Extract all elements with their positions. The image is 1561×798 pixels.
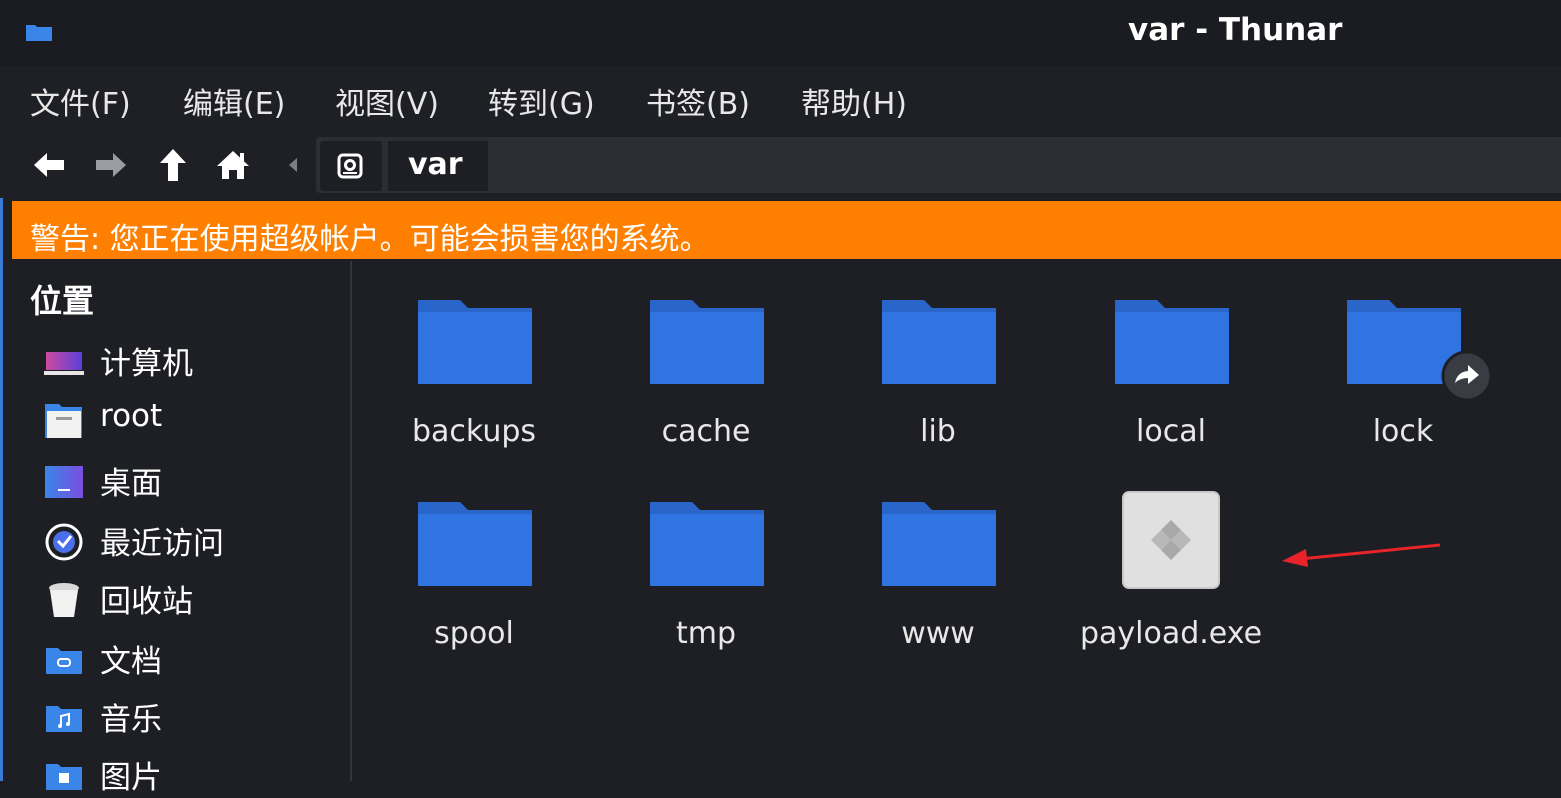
sidebar-item-recent[interactable]: 最近访问	[44, 516, 344, 564]
file-item-payload-exe[interactable]: payload.exe	[1071, 491, 1271, 680]
desktop-icon	[45, 466, 83, 498]
executable-icon	[1122, 491, 1220, 589]
file-name: payload.exe	[1079, 616, 1263, 651]
file-name: tmp	[675, 616, 737, 651]
path-drive-button[interactable]	[320, 141, 382, 191]
menu-edit[interactable]: 编辑(E)	[183, 79, 285, 123]
sidebar-item-label: 回收站	[100, 584, 193, 620]
menu-view[interactable]: 视图(V)	[335, 79, 439, 123]
path-current-label: var	[408, 147, 463, 182]
file-name: spool	[434, 616, 514, 651]
sidebar-item-root[interactable]: root	[44, 396, 344, 444]
file-name: lib	[920, 414, 956, 449]
file-name: lock	[1372, 414, 1434, 449]
folder-icon	[418, 502, 532, 586]
folder-icon	[650, 502, 764, 586]
folder-icon	[26, 25, 52, 41]
file-item-tmp[interactable]: tmp	[606, 500, 806, 680]
drive-icon	[337, 153, 363, 179]
documents-folder-icon	[46, 648, 82, 674]
root-warning-text: 警告: 您正在使用超级帐户。可能会损害您的系统。	[30, 222, 710, 257]
sidebar-item-label: 音乐	[100, 702, 162, 738]
menu-help[interactable]: 帮助(H)	[801, 79, 907, 123]
window-title: var - Thunar	[1128, 12, 1343, 48]
sidebar-item-label: 桌面	[100, 466, 162, 502]
sidebar-item-desktop[interactable]: 桌面	[44, 456, 344, 504]
computer-icon	[44, 352, 84, 375]
annotation-arrow-icon	[1282, 543, 1441, 567]
folder-icon	[882, 502, 996, 586]
path-left-icon[interactable]	[278, 146, 308, 184]
sidebar-item-label: root	[100, 398, 163, 434]
file-name: www	[901, 616, 975, 651]
file-item-spool[interactable]: spool	[374, 500, 574, 680]
file-item-lib[interactable]: lib	[838, 298, 1038, 478]
file-item-local[interactable]: local	[1071, 298, 1271, 478]
menu-file[interactable]: 文件(F)	[30, 79, 131, 123]
sidebar-item-trash[interactable]: 回收站	[44, 574, 344, 622]
folder-icon	[1115, 300, 1229, 384]
symlink-icon	[1441, 350, 1493, 402]
music-folder-icon	[46, 706, 82, 732]
menu-bookmarks[interactable]: 书签(B)	[646, 79, 750, 123]
home-folder-icon	[45, 404, 82, 438]
file-name: backups	[411, 414, 537, 449]
forward-arrow-icon[interactable]	[92, 146, 130, 184]
back-arrow-icon[interactable]	[30, 146, 68, 184]
up-arrow-icon[interactable]	[154, 146, 192, 184]
location-bar[interactable]	[316, 137, 1561, 193]
sidebar-item-pictures[interactable]: 图片	[44, 750, 344, 798]
sidebar-item-computer[interactable]: 计算机	[44, 336, 344, 384]
sidebar-item-label: 最近访问	[100, 526, 224, 562]
file-item-www[interactable]: www	[838, 500, 1038, 680]
file-name: cache	[661, 414, 751, 449]
file-name: local	[1136, 414, 1206, 449]
folder-icon	[650, 300, 764, 384]
recent-clock-icon	[45, 523, 83, 561]
sidebar-item-label: 图片	[100, 760, 162, 796]
home-icon[interactable]	[214, 146, 252, 184]
sidebar-item-label: 文档	[100, 644, 162, 680]
sidebar-title: 位置	[30, 282, 95, 320]
folder-icon	[882, 300, 996, 384]
file-item-lock[interactable]: lock	[1303, 298, 1503, 478]
pictures-folder-icon	[46, 764, 82, 790]
sidebar-item-music[interactable]: 音乐	[44, 692, 344, 740]
trash-icon	[49, 583, 79, 617]
menu-go[interactable]: 转到(G)	[488, 79, 595, 123]
sidebar-item-label: 计算机	[100, 346, 193, 382]
sidebar-item-documents[interactable]: 文档	[44, 634, 344, 682]
file-item-cache[interactable]: cache	[606, 298, 806, 478]
folder-icon	[418, 300, 532, 384]
file-item-backups[interactable]: backups	[374, 298, 574, 478]
